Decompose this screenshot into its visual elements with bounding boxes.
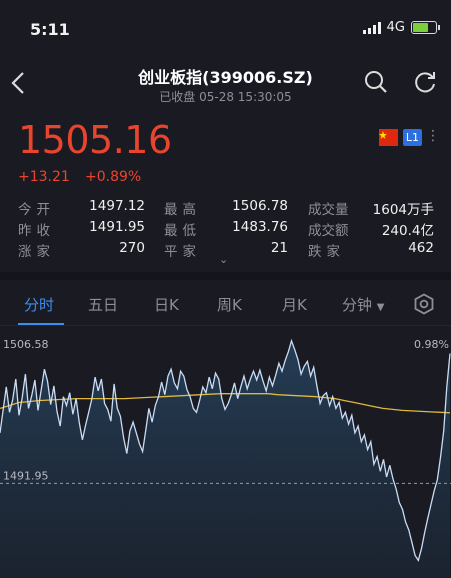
battery-icon xyxy=(411,21,440,34)
tab-monthly-k[interactable]: 月K xyxy=(282,294,307,315)
refresh-icon xyxy=(415,72,435,93)
chart-top-pct: 0.98% xyxy=(414,338,449,351)
intraday-chart[interactable]: 1506.58 0.98% 1491.95 xyxy=(0,330,451,578)
search-button[interactable] xyxy=(364,70,388,94)
stat-label: 昨收 xyxy=(18,223,55,239)
stat-label: 最高 xyxy=(164,202,201,218)
chart-settings-button[interactable] xyxy=(413,293,435,315)
stat-value: 462 xyxy=(408,240,434,256)
network-label: 4G xyxy=(386,20,405,35)
stat-label: 成交额 xyxy=(308,223,349,239)
section-divider xyxy=(0,272,451,280)
status-time: 5:11 xyxy=(30,20,70,39)
stat-value: 270 xyxy=(119,240,145,256)
stat-value: 21 xyxy=(270,240,288,256)
stat-label: 最低 xyxy=(164,223,201,239)
tabs-divider xyxy=(0,325,451,326)
stat-label: 平家 xyxy=(164,244,201,260)
status-indicators: 4G xyxy=(362,20,440,35)
expand-chevron-icon[interactable]: ⌄ xyxy=(219,253,228,266)
more-options-icon[interactable]: ⋮ xyxy=(426,128,440,144)
index-price: 1505.16 xyxy=(18,118,172,162)
gear-icon xyxy=(414,293,434,315)
stat-value: 1497.12 xyxy=(89,198,145,214)
stat-value: 1506.78 xyxy=(232,198,288,214)
stat-value: 1604万手 xyxy=(372,202,434,218)
tab-intraday[interactable]: 分时 xyxy=(24,294,54,315)
chart-ref-label: 1491.95 xyxy=(3,469,49,482)
chart-top-label: 1506.58 xyxy=(3,338,49,351)
price-area xyxy=(0,340,450,578)
price-change-pct: +0.89% xyxy=(85,169,142,185)
stat-label: 成交量 xyxy=(308,202,349,218)
caret-down-icon: ▼ xyxy=(376,302,385,313)
tab-daily-k[interactable]: 日K xyxy=(154,294,179,315)
stat-label: 跌家 xyxy=(308,244,345,260)
stat-value: 1483.76 xyxy=(232,219,288,235)
market-level-badge[interactable]: L1 xyxy=(403,129,422,146)
stat-label: 今开 xyxy=(18,202,55,218)
refresh-button[interactable] xyxy=(413,70,437,94)
signal-icon xyxy=(362,21,381,34)
tab-five-day[interactable]: 五日 xyxy=(88,294,118,315)
stat-value: 240.4亿 xyxy=(381,223,434,239)
stat-value: 1491.95 xyxy=(89,219,145,235)
price-change: +13.21 xyxy=(18,169,70,185)
search-icon xyxy=(365,71,387,93)
stat-label: 涨家 xyxy=(18,244,55,260)
tab-minute[interactable]: 分钟 ▼ xyxy=(342,294,385,315)
tab-weekly-k[interactable]: 周K xyxy=(217,294,242,315)
china-flag-icon xyxy=(379,129,398,146)
